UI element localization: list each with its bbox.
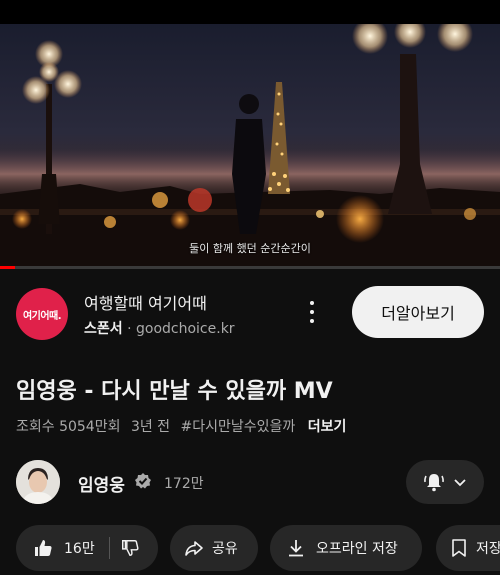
view-count: 조회수 5054만회 bbox=[16, 419, 121, 435]
video-subtitle: 둘이 함께 했던 순간순간이 bbox=[189, 242, 311, 255]
notification-settings-button[interactable] bbox=[406, 460, 484, 504]
share-button[interactable]: 공유 bbox=[170, 525, 258, 571]
share-label: 공유 bbox=[212, 541, 238, 557]
like-count: 16만 bbox=[64, 541, 95, 557]
advertiser-logo-text: 여기어때. bbox=[22, 310, 62, 322]
thumbs-up-icon[interactable] bbox=[32, 537, 54, 559]
bell-ringing-icon bbox=[424, 474, 444, 492]
channel-avatar[interactable] bbox=[16, 460, 60, 504]
action-bar: 16만 공유 오프라인 저장 저장 bbox=[0, 525, 500, 575]
learn-more-button[interactable]: 더알아보기 bbox=[352, 286, 484, 338]
download-icon bbox=[289, 540, 303, 557]
ad-separator: · bbox=[127, 321, 132, 337]
more-options-icon[interactable] bbox=[300, 298, 324, 326]
sponsor-label: 스폰서 bbox=[84, 321, 123, 337]
channel-name[interactable]: 임영웅 bbox=[78, 471, 125, 496]
subscriber-count: 172만 bbox=[164, 476, 204, 492]
video-frame bbox=[0, 24, 500, 266]
share-arrow-icon bbox=[185, 541, 203, 556]
ad-url: goodchoice.kr bbox=[136, 321, 235, 337]
more-description-button[interactable]: 더보기 bbox=[308, 419, 347, 435]
verified-check-icon bbox=[135, 473, 151, 489]
save-label: 저장 bbox=[476, 541, 500, 557]
like-divider bbox=[108, 537, 110, 559]
video-progress-fill bbox=[0, 266, 15, 269]
save-to-playlist-button[interactable]: 저장 bbox=[436, 525, 500, 571]
ad-title: 여행할때 여기어때 bbox=[84, 294, 207, 313]
video-progress-bar[interactable] bbox=[0, 266, 500, 269]
video-title[interactable]: 임영웅 - 다시 만날 수 있을까 MV bbox=[16, 373, 333, 405]
like-dislike-button[interactable]: 16만 bbox=[16, 525, 158, 571]
advertiser-logo[interactable]: 여기어때. bbox=[16, 288, 68, 340]
video-meta[interactable]: 조회수 5054만회 3년 전 #다시만날수있을까 더보기 bbox=[16, 416, 352, 436]
upload-age: 3년 전 bbox=[130, 419, 171, 435]
hashtag-link[interactable]: #다시만날수있을까 bbox=[181, 419, 296, 435]
status-bar bbox=[0, 0, 500, 24]
channel-row[interactable]: 임영웅 172만 bbox=[0, 458, 500, 506]
sponsored-ad[interactable]: 여기어때. 여행할때 여기어때 스폰서 · goodchoice.kr 더알아보… bbox=[0, 280, 500, 350]
chevron-down-icon bbox=[454, 479, 466, 487]
bookmark-icon bbox=[452, 539, 466, 557]
video-player[interactable]: 둘이 함께 했던 순간순간이 bbox=[0, 24, 500, 266]
offline-save-button[interactable]: 오프라인 저장 bbox=[270, 525, 422, 571]
offline-save-label: 오프라인 저장 bbox=[316, 541, 398, 557]
ad-sponsor-line: 스폰서 · goodchoice.kr bbox=[84, 318, 235, 338]
thumbs-down-icon[interactable] bbox=[120, 538, 140, 558]
